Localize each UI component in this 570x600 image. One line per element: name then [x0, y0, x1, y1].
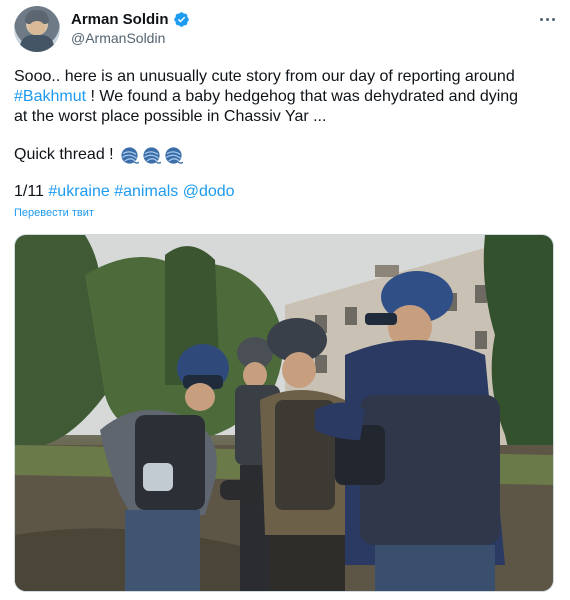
tweet-line-2-text: ! We found a baby hedgehog that was dehy… — [86, 88, 519, 105]
mention-dodo-link[interactable]: @dodo — [183, 183, 235, 200]
tags-line: 1/11 #ukraine #animals @dodo — [14, 182, 235, 202]
author-display-name[interactable]: Arman Soldin — [71, 11, 169, 28]
thread-text: Quick thread ! — [14, 146, 114, 163]
tweet-line-2: #Bakhmut ! We found a baby hedgehog that… — [14, 87, 554, 107]
tweet-body: Sooo.. here is an unusually cute story f… — [14, 67, 554, 127]
yarn-icon — [121, 146, 139, 164]
avatar-face — [29, 21, 45, 35]
tweet-photo[interactable] — [14, 234, 554, 592]
more-options-icon[interactable] — [536, 10, 558, 28]
yarn-icon — [143, 146, 161, 164]
tweet-line-3: at the worst place possible in Chassiv Y… — [14, 108, 327, 125]
tweet-card: Arman Soldin @ArmanSoldin Sooo.. here is… — [0, 0, 570, 600]
author-handle[interactable]: @ArmanSoldin — [71, 30, 165, 46]
translate-tweet-link[interactable]: Перевести твит — [14, 207, 94, 219]
author-avatar[interactable] — [14, 6, 60, 52]
hashtag-animals-link[interactable]: #animals — [114, 183, 178, 200]
tweet-line-1: Sooo.. here is an unusually cute story f… — [14, 68, 515, 85]
thread-line: Quick thread ! — [14, 145, 183, 165]
yarn-icon — [165, 146, 183, 164]
author-name-row: Arman Soldin — [71, 9, 190, 29]
avatar-vest — [20, 35, 54, 52]
verified-badge-icon — [173, 11, 189, 27]
hashtag-ukraine-link[interactable]: #ukraine — [48, 183, 109, 200]
thread-counter: 1/11 — [14, 183, 44, 200]
photo-scene — [15, 235, 553, 591]
hashtag-bakhmut-link[interactable]: #Bakhmut — [14, 88, 86, 105]
